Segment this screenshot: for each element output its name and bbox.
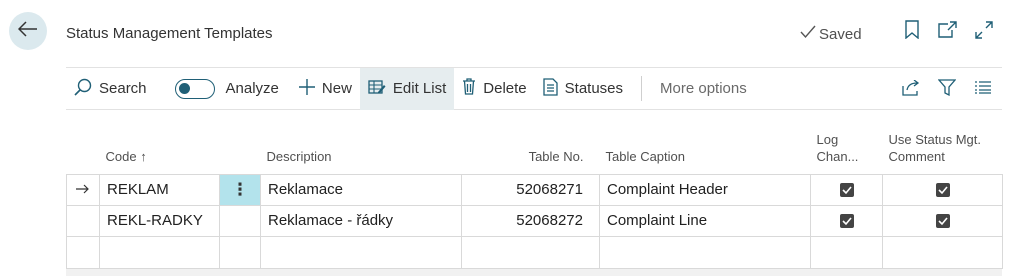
action-bar: Search Analyze New Edit List Delete Stat… — [66, 67, 1002, 110]
cell-table-caption[interactable]: Complaint Line — [599, 204, 811, 237]
row-actions-cell[interactable] — [219, 235, 261, 269]
cell-code[interactable] — [99, 235, 220, 269]
column-header-description[interactable]: Description — [261, 125, 462, 174]
search-label: Search — [99, 80, 147, 97]
cell-table-no[interactable]: 52068271 — [461, 173, 600, 206]
trash-icon — [462, 78, 476, 99]
open-new-window-icon — [937, 21, 957, 43]
cell-use-status-comment[interactable] — [882, 204, 1003, 237]
edit-list-icon — [368, 79, 386, 99]
list-view-button[interactable] — [972, 79, 994, 101]
statuses-button[interactable]: Statuses — [535, 68, 631, 110]
plus-icon — [298, 78, 315, 99]
table-row[interactable]: REKL-RADKY Reklamace - řádky 52068272 Co… — [66, 204, 1003, 237]
cell-table-no[interactable] — [461, 235, 600, 269]
statuses-label: Statuses — [564, 80, 624, 97]
back-arrow-icon — [17, 20, 38, 42]
check-icon — [800, 25, 816, 43]
checkbox-checked-icon[interactable] — [935, 214, 950, 229]
cell-use-status-comment[interactable] — [882, 173, 1003, 206]
table-row[interactable]: REKLAM ⋮ Reklamace 52068271 Complaint He… — [66, 173, 1003, 206]
row-actions-cell[interactable] — [219, 204, 261, 237]
table-footer-scroll-area — [66, 269, 1002, 276]
column-header-log-changes[interactable]: Log Chan... — [811, 125, 883, 174]
cell-table-no[interactable]: 52068272 — [461, 204, 600, 237]
more-options-button[interactable]: More options — [652, 68, 755, 110]
edit-list-button[interactable]: Edit List — [359, 67, 455, 110]
column-header-table-no[interactable]: Table No. — [462, 125, 600, 174]
cell-code[interactable]: REKLAM — [99, 173, 220, 206]
analyze-switch[interactable] — [174, 78, 215, 99]
back-button[interactable] — [9, 12, 47, 50]
cell-description[interactable] — [260, 235, 462, 269]
row-marker-header — [67, 125, 100, 174]
row-actions-button[interactable]: ⋮ — [219, 173, 261, 206]
delete-label: Delete — [483, 80, 527, 97]
list-view-icon — [975, 81, 991, 99]
cell-table-caption[interactable]: Complaint Header — [599, 173, 811, 206]
search-icon — [74, 78, 92, 100]
open-new-window-button[interactable] — [937, 21, 957, 43]
edit-list-label: Edit List — [392, 80, 447, 97]
row-marker — [66, 204, 100, 237]
table-header-row: Code ↑ Description Table No. Table Capti… — [67, 125, 1003, 174]
search-button[interactable]: Search — [66, 68, 155, 110]
bookmark-button[interactable] — [902, 20, 922, 44]
row-arrow-icon — [76, 181, 90, 198]
cell-code[interactable]: REKL-RADKY — [99, 204, 220, 237]
expand-icon — [975, 20, 993, 44]
sort-ascending-icon: ↑ — [140, 148, 147, 164]
column-header-table-caption[interactable]: Table Caption — [600, 125, 811, 174]
column-header-code[interactable]: Code ↑ — [100, 125, 220, 174]
saved-label: Saved — [819, 25, 862, 43]
cell-use-status-comment[interactable] — [882, 235, 1003, 269]
templates-table: Code ↑ Description Table No. Table Capti… — [66, 125, 1003, 269]
cell-description[interactable]: Reklamace - řádky — [260, 204, 462, 237]
column-header-use-status-comment[interactable]: Use Status Mgt. Comment — [883, 125, 1003, 174]
analyze-label: Analyze — [225, 80, 279, 97]
checkbox-checked-icon[interactable] — [839, 214, 854, 229]
row-actions-header — [220, 125, 261, 174]
toolbar-divider — [641, 76, 643, 101]
new-button[interactable]: New — [291, 68, 360, 110]
cell-log-changes[interactable] — [810, 235, 883, 269]
filter-icon — [937, 79, 957, 101]
checkbox-checked-icon[interactable] — [935, 183, 950, 198]
row-marker — [66, 235, 100, 269]
new-label: New — [321, 80, 352, 97]
share-icon — [902, 78, 920, 101]
share-button[interactable] — [900, 78, 922, 101]
expand-button[interactable] — [974, 20, 994, 44]
bookmark-icon — [905, 20, 919, 44]
row-marker — [66, 173, 100, 206]
cell-log-changes[interactable] — [810, 173, 883, 206]
saved-indicator: Saved — [800, 25, 862, 43]
cell-table-caption[interactable] — [599, 235, 811, 269]
page-title: Status Management Templates — [66, 25, 273, 42]
delete-button[interactable]: Delete — [454, 68, 534, 110]
cell-log-changes[interactable] — [810, 204, 883, 237]
new-row[interactable] — [66, 235, 1003, 269]
ellipsis-vertical-icon: ⋮ — [231, 179, 249, 199]
statuses-icon — [542, 77, 558, 100]
analyze-toggle[interactable]: Analyze — [167, 68, 287, 110]
cell-description[interactable]: Reklamace — [260, 173, 462, 206]
filter-button[interactable] — [936, 79, 958, 101]
checkbox-checked-icon[interactable] — [839, 183, 854, 198]
